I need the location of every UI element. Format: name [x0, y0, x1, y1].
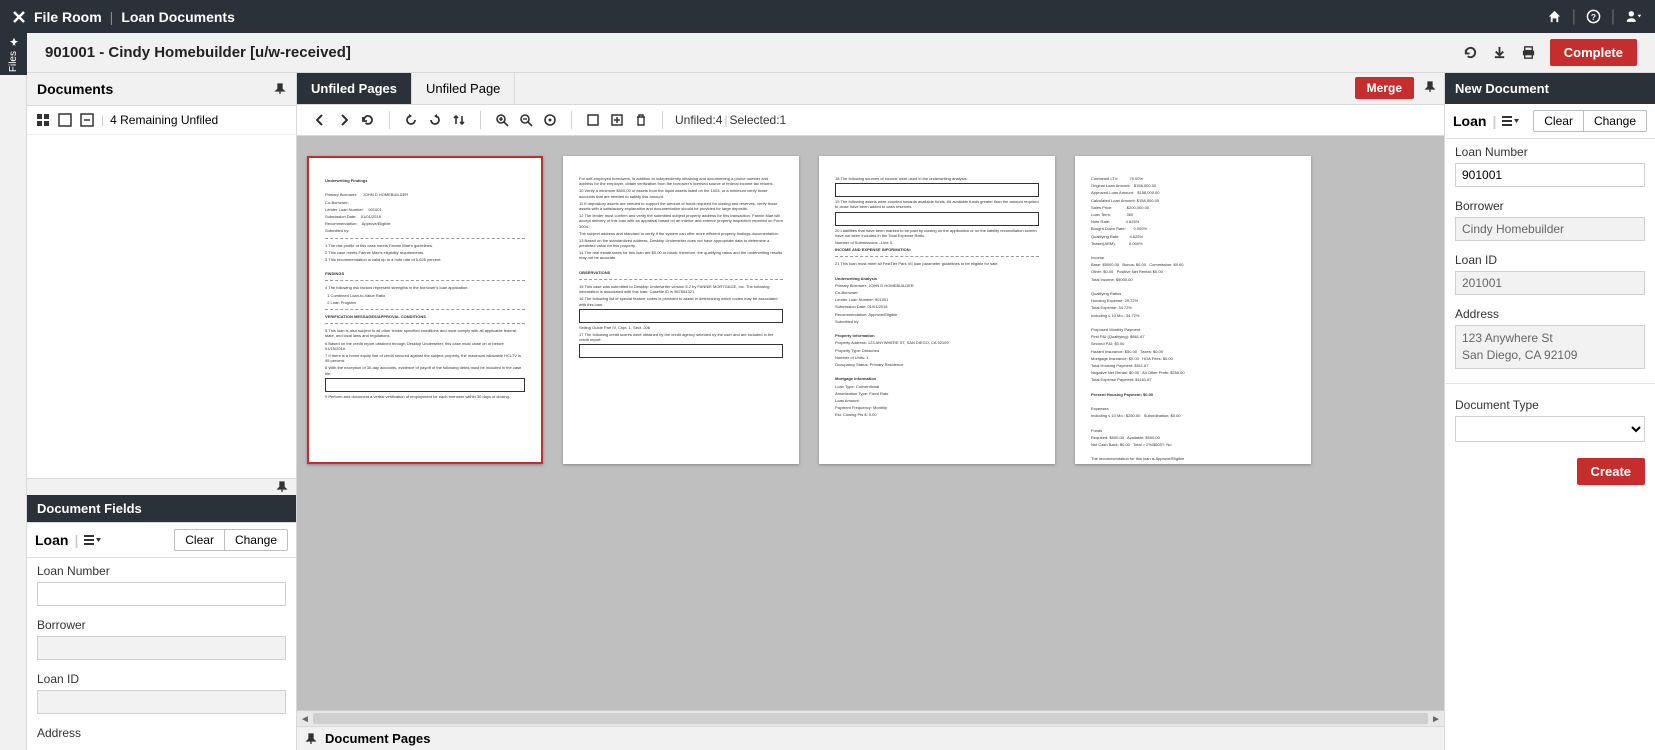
- pin-icon[interactable]: [274, 83, 286, 95]
- change-button[interactable]: Change: [1584, 110, 1647, 132]
- page-thumbnail-3[interactable]: 18 The following sources of income were …: [819, 156, 1055, 464]
- borrower-input: [37, 636, 286, 660]
- add-page-icon[interactable]: [606, 109, 628, 131]
- pin-icon[interactable]: [1424, 81, 1436, 93]
- thumbnail-area: Underwriting Findings Primary Borrower: …: [297, 136, 1444, 710]
- merge-button[interactable]: Merge: [1355, 77, 1414, 99]
- clear-button[interactable]: Clear: [1533, 110, 1584, 132]
- sort-icon[interactable]: [448, 109, 470, 131]
- address-label: Address: [37, 726, 286, 740]
- tabs-row: Unfiled Pages Unfiled Page Merge: [297, 73, 1444, 105]
- complete-button[interactable]: Complete: [1550, 39, 1637, 66]
- document-type-select[interactable]: [1455, 416, 1645, 442]
- document-type-label: Document Type: [1455, 398, 1645, 412]
- loan-type-dropdown[interactable]: [84, 533, 102, 547]
- separator: |: [1611, 8, 1615, 26]
- loan-id-input: [37, 690, 286, 714]
- refresh-icon[interactable]: [1463, 45, 1478, 60]
- title-bar: 901001 - Cindy Homebuilder [u/w-received…: [27, 33, 1655, 73]
- pin-icon[interactable]: [305, 733, 317, 745]
- document-pages-bar[interactable]: Document Pages: [297, 726, 1444, 750]
- help-icon[interactable]: ?: [1586, 9, 1601, 24]
- loan-number-label: Loan Number: [37, 564, 286, 578]
- page-thumbnail-4[interactable]: Combined LTV: 79.00% Original Loan Amoun…: [1075, 156, 1311, 464]
- status-text: Unfiled:4|Selected:1: [675, 113, 786, 127]
- top-banner: File Room | Loan Documents | ? |: [0, 0, 1655, 33]
- documents-title: Documents: [37, 81, 113, 97]
- separator: |: [110, 9, 114, 25]
- section-name: Loan Documents: [121, 9, 235, 25]
- files-tab-label: Files: [8, 51, 19, 72]
- document-pages-label: Document Pages: [325, 731, 430, 746]
- zoom-out-icon[interactable]: [515, 109, 537, 131]
- tab-unfiled-pages[interactable]: Unfiled Pages: [297, 73, 412, 104]
- loan-id-label: Loan ID: [37, 672, 286, 686]
- checkbox-icon[interactable]: [57, 112, 73, 128]
- tab-unfiled-page[interactable]: Unfiled Page: [412, 73, 515, 104]
- loan-label: Loan: [35, 532, 68, 548]
- documents-header: Documents: [27, 73, 296, 106]
- new-document-header: New Document: [1445, 73, 1655, 104]
- select-all-icon[interactable]: [582, 109, 604, 131]
- home-icon[interactable]: [1547, 9, 1562, 24]
- loan-number-input[interactable]: [37, 582, 286, 606]
- download-icon[interactable]: [1492, 45, 1507, 60]
- change-button[interactable]: Change: [225, 529, 288, 551]
- borrower-label: Borrower: [37, 618, 286, 632]
- document-fields-title: Document Fields: [37, 501, 142, 516]
- zoom-reset-icon[interactable]: [539, 109, 561, 131]
- clear-button[interactable]: Clear: [174, 529, 225, 551]
- refresh-icon[interactable]: [357, 109, 379, 131]
- prev-icon[interactable]: [309, 109, 331, 131]
- borrower-input: [1455, 217, 1645, 241]
- viewer-toolbar: Unfiled:4|Selected:1: [297, 105, 1444, 136]
- document-fields-panel: Loan | Clear Change Loan Number Borrower: [27, 522, 296, 750]
- svg-text:?: ?: [1591, 12, 1596, 22]
- page-title: 901001 - Cindy Homebuilder [u/w-received…: [45, 44, 351, 61]
- remaining-unfiled-label: 4 Remaining Unfiled: [110, 113, 218, 127]
- documents-toolbar: | 4 Remaining Unfiled: [27, 106, 296, 135]
- next-icon[interactable]: [333, 109, 355, 131]
- right-panel: New Document Loan | Clear Change Loan Nu…: [1445, 73, 1655, 750]
- pin-icon: [9, 37, 19, 47]
- documents-list: [27, 135, 296, 478]
- loan-number-label: Loan Number: [1455, 145, 1645, 159]
- separator: |: [1572, 8, 1576, 26]
- loan-type-dropdown[interactable]: [1502, 114, 1520, 128]
- print-icon[interactable]: [1521, 45, 1536, 60]
- address-display: 123 Anywhere St San Diego, CA 92109: [1455, 325, 1645, 369]
- zoom-in-icon[interactable]: [491, 109, 513, 131]
- borrower-label: Borrower: [1455, 199, 1645, 213]
- horizontal-scrollbar[interactable]: ◄ ►: [297, 710, 1444, 726]
- grid-view-icon[interactable]: [35, 112, 51, 128]
- scroll-left-icon[interactable]: ◄: [297, 711, 313, 727]
- create-button[interactable]: Create: [1577, 458, 1645, 485]
- loan-id-input: [1455, 271, 1645, 295]
- delete-icon[interactable]: [630, 109, 652, 131]
- page-thumbnail-1[interactable]: Underwriting Findings Primary Borrower: …: [307, 156, 543, 464]
- minus-box-icon[interactable]: [79, 112, 95, 128]
- app-logo-icon: [12, 10, 26, 24]
- left-panel: Documents | 4 Remaining Unfiled: [27, 73, 297, 750]
- document-fields-header: Document Fields: [27, 495, 296, 522]
- rotate-right-icon[interactable]: [424, 109, 446, 131]
- user-menu-icon[interactable]: [1625, 9, 1643, 24]
- loan-number-input[interactable]: [1455, 163, 1645, 187]
- app-name: File Room: [34, 9, 102, 25]
- center-panel: Unfiled Pages Unfiled Page Merge: [297, 73, 1445, 750]
- rotate-left-icon[interactable]: [400, 109, 422, 131]
- page-thumbnail-2[interactable]: For self-employed borrowers, in addition…: [563, 156, 799, 464]
- loan-label: Loan: [1453, 113, 1486, 129]
- address-label: Address: [1455, 307, 1645, 321]
- loan-id-label: Loan ID: [1455, 253, 1645, 267]
- scroll-right-icon[interactable]: ►: [1428, 711, 1444, 727]
- pin-icon[interactable]: [276, 481, 288, 493]
